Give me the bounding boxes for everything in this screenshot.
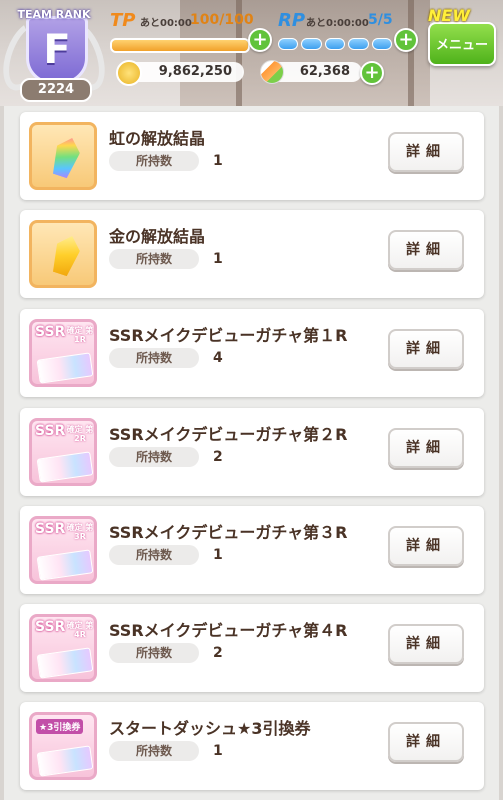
background-door-frame (408, 0, 414, 106)
owned-label: 所持数 (109, 249, 199, 269)
item-list[interactable]: 虹の解放結晶 所持数 1 詳細 金の解放結晶 所持数 1 詳細 SSR 確定 第… (0, 106, 503, 800)
owned-label: 所持数 (109, 741, 199, 761)
ticket-ssr-text: SSR (35, 324, 66, 340)
ssr-ticket-icon: SSR 確定 第1R (29, 319, 97, 387)
coin-amount: 9,862,250 (158, 64, 232, 79)
rp-timer: あと0:00:00 (306, 18, 369, 29)
item-name: スタートダッシュ★3引換券 (109, 719, 311, 738)
rp-segment (278, 38, 299, 50)
owned-count: 1 (213, 251, 223, 267)
rp-gauge (278, 38, 393, 50)
rp-recover-plus-icon[interactable]: + (394, 28, 418, 52)
detail-button[interactable]: 詳細 (388, 329, 464, 369)
rp-status: RP あと0:00:00 5/5 (278, 10, 398, 34)
owned-label: 所持数 (109, 151, 199, 171)
rank-shield-icon: F (26, 16, 88, 84)
list-item: SSR 確定 第2R SSRメイクデビューガチャ第２R 所持数 2 詳細 (20, 408, 484, 496)
rank-letter: F (43, 27, 71, 73)
detail-button[interactable]: 詳細 (388, 230, 464, 270)
new-badge: NEW (428, 6, 470, 25)
list-item: ★3引換券 スタートダッシュ★3引換券 所持数 1 詳細 (20, 702, 484, 790)
ticket-ssr-text: SSR (35, 619, 66, 635)
team-rank-badge[interactable]: F TEAM RANK 2224 (0, 6, 114, 102)
tp-gauge (110, 38, 250, 53)
detail-button[interactable]: 詳細 (388, 722, 464, 762)
list-item: SSR 確定 第3R SSRメイクデビューガチャ第３R 所持数 1 詳細 (20, 506, 484, 594)
list-frame-left (0, 106, 4, 800)
list-item: SSR 確定 第1R SSRメイクデビューガチャ第１R 所持数 4 詳細 (20, 309, 484, 397)
carrot-counter: 62,368 (260, 60, 362, 84)
ticket-star3-text: ★3引換券 (36, 719, 84, 734)
rp-label: RP (278, 10, 306, 31)
ticket-round-text: 確定 第2R (66, 425, 94, 443)
owned-count: 2 (213, 449, 223, 465)
item-name: SSRメイクデビューガチャ第４R (109, 621, 348, 640)
rainbow-crystal-icon (29, 122, 97, 190)
item-name: SSRメイクデビューガチャ第２R (109, 425, 348, 444)
ticket-round-text: 確定 第1R (66, 326, 94, 344)
detail-button[interactable]: 詳細 (388, 132, 464, 172)
ssr-ticket-icon: SSR 確定 第3R (29, 516, 97, 584)
gold-crystal-icon (29, 220, 97, 288)
coin-counter: 9,862,250 (116, 60, 244, 86)
item-name: 金の解放結晶 (109, 227, 206, 246)
owned-label: 所持数 (109, 348, 199, 368)
rp-value: 5/5 (368, 12, 393, 28)
carrot-amount: 62,368 (299, 64, 350, 79)
tp-label: TP (110, 10, 136, 31)
ticket-round-text: 確定 第3R (66, 523, 94, 541)
item-name: SSRメイクデビューガチャ第１R (109, 326, 348, 345)
rp-segment (301, 38, 322, 50)
tp-recover-plus-icon[interactable]: + (248, 28, 272, 52)
rank-score: 2224 (20, 78, 92, 102)
ssr-ticket-icon: SSR 確定 第4R (29, 614, 97, 682)
rp-segment (348, 38, 369, 50)
star3-exchange-ticket-icon: ★3引換券 (29, 712, 97, 780)
owned-label: 所持数 (109, 447, 199, 467)
list-item: 虹の解放結晶 所持数 1 詳細 (20, 112, 484, 200)
detail-button[interactable]: 詳細 (388, 428, 464, 468)
tp-gauge-fill (112, 40, 248, 51)
owned-count: 4 (213, 350, 223, 366)
owned-label: 所持数 (109, 643, 199, 663)
menu-button[interactable]: NEW メニュー (428, 8, 496, 66)
list-frame-right (499, 106, 503, 800)
tp-status: TP あと00:00 100/100 (110, 10, 254, 34)
tp-timer: あと00:00 (140, 18, 192, 29)
owned-label: 所持数 (109, 545, 199, 565)
item-name: SSRメイクデビューガチャ第３R (109, 523, 348, 542)
detail-button[interactable]: 詳細 (388, 526, 464, 566)
tp-value: 100/100 (190, 12, 254, 28)
coin-icon (116, 60, 142, 86)
ssr-ticket-icon: SSR 確定 第2R (29, 418, 97, 486)
owned-count: 1 (213, 547, 223, 563)
ticket-ssr-text: SSR (35, 521, 66, 537)
list-item: SSR 確定 第4R SSRメイクデビューガチャ第４R 所持数 2 詳細 (20, 604, 484, 692)
ticket-ssr-text: SSR (35, 423, 66, 439)
carrot-purchase-plus-icon[interactable]: + (360, 61, 384, 85)
top-status-bar: F TEAM RANK 2224 TP あと00:00 100/100 + RP… (0, 0, 503, 106)
team-rank-label: TEAM RANK (17, 8, 91, 21)
detail-button[interactable]: 詳細 (388, 624, 464, 664)
list-item: 金の解放結晶 所持数 1 詳細 (20, 210, 484, 298)
carrot-icon (260, 60, 284, 84)
rp-segment (324, 38, 346, 50)
ticket-round-text: 確定 第4R (66, 621, 94, 639)
owned-count: 1 (213, 153, 223, 169)
owned-count: 1 (213, 743, 223, 759)
item-name: 虹の解放結晶 (109, 129, 206, 148)
rp-segment (371, 38, 393, 50)
owned-count: 2 (213, 645, 223, 661)
menu-label: メニュー (435, 38, 488, 53)
